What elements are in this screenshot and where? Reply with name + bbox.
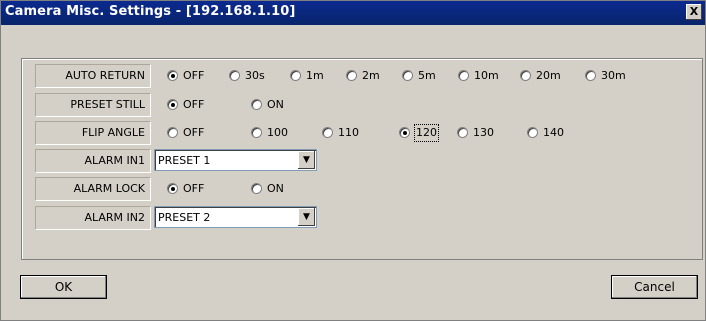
radio-icon bbox=[458, 70, 469, 81]
radio-icon bbox=[251, 183, 262, 194]
preset-still-row: PRESET STILL OFF ON bbox=[22, 92, 702, 119]
ok-button[interactable]: OK bbox=[20, 275, 107, 299]
radio-icon bbox=[527, 127, 538, 138]
preset-still-option-on[interactable]: ON bbox=[251, 97, 284, 113]
flip-angle-option-120[interactable]: 120 bbox=[399, 124, 439, 142]
close-icon: X bbox=[689, 5, 699, 18]
auto-return-option-2m[interactable]: 2m bbox=[346, 68, 380, 84]
auto-return-option-off[interactable]: OFF bbox=[167, 68, 204, 84]
radio-icon bbox=[167, 183, 178, 194]
auto-return-option-30s[interactable]: 30s bbox=[229, 68, 265, 84]
radio-icon bbox=[402, 70, 413, 81]
alarm-in1-select[interactable]: PRESET 1 ▼ bbox=[154, 149, 317, 171]
alarm-in1-row: ALARM IN1 PRESET 1 ▼ bbox=[22, 148, 702, 175]
radio-icon bbox=[251, 99, 262, 110]
alarm-lock-option-off[interactable]: OFF bbox=[167, 181, 204, 197]
chevron-down-icon[interactable]: ▼ bbox=[298, 208, 315, 226]
flip-angle-option-off[interactable]: OFF bbox=[167, 125, 204, 141]
radio-icon bbox=[322, 127, 333, 138]
title-bar[interactable]: Camera Misc. Settings - [192.168.1.10] X bbox=[1, 1, 705, 25]
flip-angle-row: FLIP ANGLE OFF 100 110 120 130 140 bbox=[22, 120, 702, 147]
alarm-lock-option-on[interactable]: ON bbox=[251, 181, 284, 197]
auto-return-row: AUTO RETURN OFF 30s 1m 2m 5m 10m 20m 30m bbox=[22, 63, 702, 90]
flip-angle-label: FLIP ANGLE bbox=[35, 121, 151, 145]
radio-icon bbox=[167, 99, 178, 110]
alarm-in2-value: PRESET 2 bbox=[158, 211, 211, 224]
alarm-in1-value: PRESET 1 bbox=[158, 154, 211, 167]
chevron-down-icon[interactable]: ▼ bbox=[298, 151, 315, 169]
alarm-lock-label: ALARM LOCK bbox=[35, 177, 151, 201]
auto-return-option-5m[interactable]: 5m bbox=[402, 68, 436, 84]
radio-icon bbox=[585, 70, 596, 81]
radio-icon bbox=[229, 70, 240, 81]
preset-still-option-off[interactable]: OFF bbox=[167, 97, 204, 113]
auto-return-option-20m[interactable]: 20m bbox=[520, 68, 561, 84]
cancel-button[interactable]: Cancel bbox=[611, 275, 698, 299]
flip-angle-option-130[interactable]: 130 bbox=[457, 125, 494, 141]
flip-angle-option-100[interactable]: 100 bbox=[251, 125, 288, 141]
flip-angle-option-140[interactable]: 140 bbox=[527, 125, 564, 141]
preset-still-label: PRESET STILL bbox=[35, 93, 151, 117]
window-title: Camera Misc. Settings - [192.168.1.10] bbox=[5, 4, 296, 19]
auto-return-option-1m[interactable]: 1m bbox=[290, 68, 324, 84]
radio-icon bbox=[520, 70, 531, 81]
radio-icon bbox=[290, 70, 301, 81]
alarm-in2-row: ALARM IN2 PRESET 2 ▼ bbox=[22, 205, 702, 232]
settings-panel: AUTO RETURN OFF 30s 1m 2m 5m 10m 20m 30m… bbox=[21, 58, 703, 260]
radio-icon bbox=[167, 70, 178, 81]
close-button[interactable]: X bbox=[686, 4, 702, 20]
settings-dialog: Camera Misc. Settings - [192.168.1.10] X… bbox=[0, 0, 706, 321]
radio-icon bbox=[251, 127, 262, 138]
alarm-lock-row: ALARM LOCK OFF ON bbox=[22, 176, 702, 203]
radio-icon bbox=[167, 127, 178, 138]
radio-icon bbox=[457, 127, 468, 138]
alarm-in2-label: ALARM IN2 bbox=[35, 206, 151, 230]
flip-angle-option-110[interactable]: 110 bbox=[322, 125, 359, 141]
auto-return-option-10m[interactable]: 10m bbox=[458, 68, 499, 84]
radio-icon bbox=[399, 127, 410, 138]
radio-icon bbox=[346, 70, 357, 81]
auto-return-option-30m[interactable]: 30m bbox=[585, 68, 626, 84]
auto-return-label: AUTO RETURN bbox=[35, 64, 151, 88]
alarm-in2-select[interactable]: PRESET 2 ▼ bbox=[154, 206, 317, 228]
alarm-in1-label: ALARM IN1 bbox=[35, 149, 151, 173]
